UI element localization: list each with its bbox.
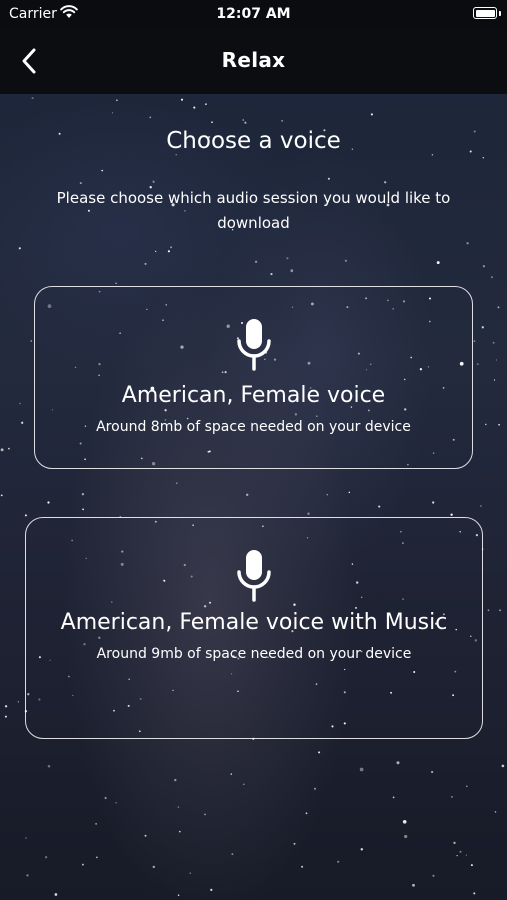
voice-option-card-female[interactable]: American, Female voice Around 8mb of spa… — [34, 286, 473, 469]
voice-option-card-female-music[interactable]: American, Female voice with Music Around… — [25, 517, 483, 739]
microphone-icon — [236, 319, 271, 371]
voice-option-size: Around 9mb of space needed on your devic… — [96, 646, 412, 662]
instructions-text: Please choose which audio session you wo… — [56, 189, 451, 232]
choose-voice-heading: Choose a voice — [166, 128, 341, 154]
status-bar: Carrier 12:07 AM — [0, 0, 507, 30]
page-title: Relax — [221, 48, 286, 72]
voice-option-title: American, Female voice with Music — [60, 610, 448, 635]
voice-option-size: Around 8mb of space needed on your devic… — [96, 419, 411, 435]
status-time: 12:07 AM — [216, 6, 291, 22]
microphone-icon — [237, 550, 271, 602]
battery-icon — [473, 7, 497, 19]
navigation-bar: Relax — [0, 30, 507, 94]
voice-option-title: American, Female voice — [121, 383, 386, 408]
battery-tip — [499, 11, 501, 16]
